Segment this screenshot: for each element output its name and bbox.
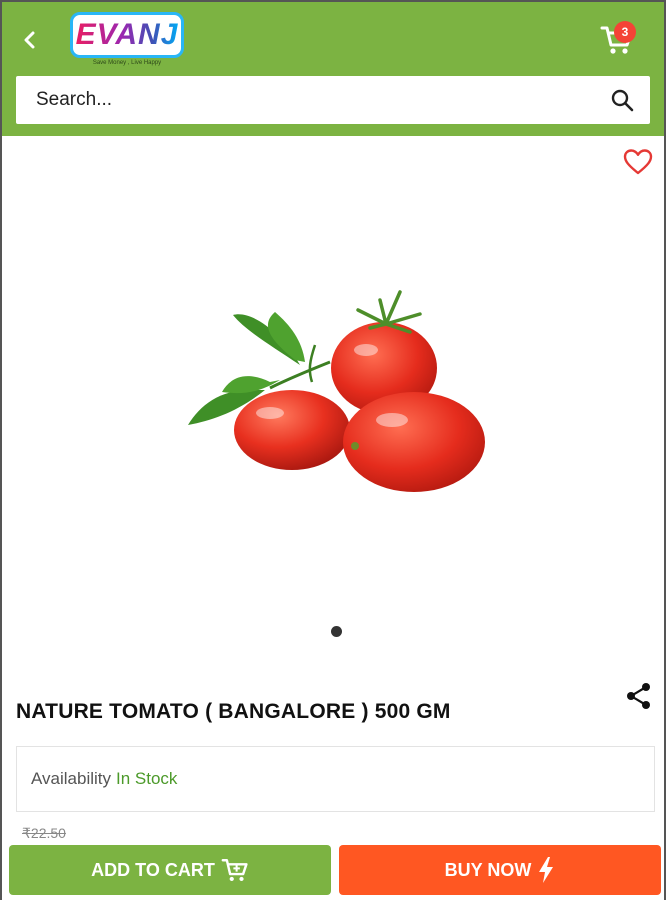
app-header: EVANJ Save Money , Live Happy 3 bbox=[0, 0, 666, 136]
availability-label: Availability bbox=[31, 769, 112, 788]
add-to-cart-label: ADD TO CART bbox=[91, 859, 215, 880]
stock-status: In Stock bbox=[116, 769, 178, 788]
availability-panel: Availability In Stock bbox=[16, 746, 655, 812]
chevron-left-icon bbox=[24, 31, 35, 49]
add-to-cart-button[interactable]: ADD TO CART bbox=[9, 845, 331, 895]
carousel-dots bbox=[0, 626, 666, 637]
product-image bbox=[188, 290, 485, 492]
search-bar[interactable] bbox=[16, 76, 650, 124]
logo-tagline: Save Money , Live Happy bbox=[92, 60, 162, 66]
share-icon[interactable] bbox=[624, 681, 654, 711]
search-input[interactable] bbox=[16, 80, 576, 120]
brand-logo[interactable]: EVANJ Save Money , Live Happy bbox=[70, 12, 184, 70]
carousel-dot-active[interactable] bbox=[330, 626, 342, 637]
search-icon[interactable] bbox=[610, 88, 634, 112]
logo-wordmark: EVANJ bbox=[70, 12, 184, 58]
logo-text: EVANJ bbox=[75, 18, 179, 51]
heart-icon[interactable] bbox=[623, 148, 653, 176]
buy-now-button[interactable]: BUY NOW bbox=[339, 845, 661, 895]
back-button[interactable] bbox=[16, 26, 44, 54]
cart-icon bbox=[221, 859, 248, 882]
product-title: NATURE TOMATO ( BANGALORE ) 500 GM bbox=[16, 700, 451, 723]
buy-now-label: BUY NOW bbox=[444, 859, 532, 880]
lightning-icon bbox=[539, 857, 554, 883]
cart-count-badge: 3 bbox=[614, 21, 636, 43]
